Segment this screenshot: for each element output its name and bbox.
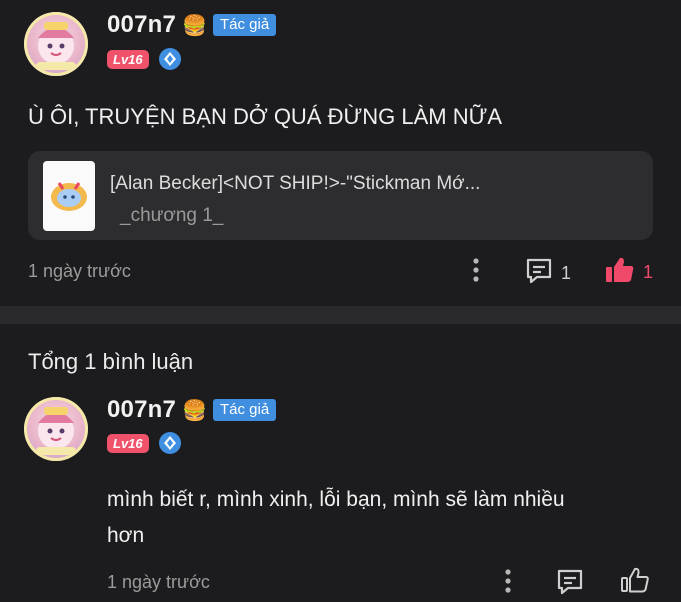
burger-emoji-icon: 🍔 (182, 399, 207, 422)
reply-time: 1 ngày trước (107, 572, 210, 592)
story-thumbnail (43, 161, 95, 231)
reply-text-line-2: hơn (107, 524, 145, 547)
section-divider (0, 306, 681, 324)
story-title[interactable]: [Alan Becker]<NOT SHIP!>-"Stickman Mớ... (110, 173, 480, 195)
username[interactable]: 007n7 (107, 11, 176, 39)
burger-emoji-icon: 🍔 (182, 14, 207, 37)
like-count: 1 (643, 262, 654, 282)
comment-icon (525, 257, 553, 290)
avatar[interactable] (24, 12, 88, 76)
reply-text-line-1: mình biết r, mình xinh, lỗi bạn, mình sẽ… (107, 488, 565, 511)
reply-count: 1 (561, 263, 572, 283)
reply-thumbs-up-icon[interactable] (620, 566, 650, 599)
reply-text: mình biết r, mình xinh, lỗi bạn, mình sẽ… (107, 482, 667, 554)
reply-author-badge: Tác giả (212, 399, 277, 421)
like-button[interactable]: 1 (605, 256, 653, 289)
verified-diamond-icon (158, 432, 181, 454)
more-vertical-icon[interactable] (466, 256, 486, 291)
story-chapter: _chương 1_ (120, 205, 224, 226)
comments-total-title: Tổng 1 bình luận (28, 349, 194, 374)
reply-username[interactable]: 007n7 (107, 396, 176, 424)
reply-avatar[interactable] (24, 397, 88, 461)
author-badge: Tác giả (212, 14, 277, 36)
story-card[interactable]: [Alan Becker]<NOT SHIP!>-"Stickman Mớ...… (28, 151, 653, 240)
reply-more-vertical-icon[interactable] (498, 567, 518, 602)
reply-comment-icon[interactable] (556, 568, 584, 601)
comment-time: 1 ngày trước (28, 261, 131, 281)
reply-button[interactable]: 1 (525, 257, 571, 290)
thumbs-up-icon (605, 256, 635, 289)
verified-diamond-icon (158, 48, 181, 70)
comment-text: Ù ÔI, TRUYỆN BẠN DỞ QUÁ ĐỪNG LÀM NỮA (28, 104, 503, 129)
level-badge: Lv16 (107, 49, 149, 69)
reply-level-badge: Lv16 (107, 433, 149, 453)
